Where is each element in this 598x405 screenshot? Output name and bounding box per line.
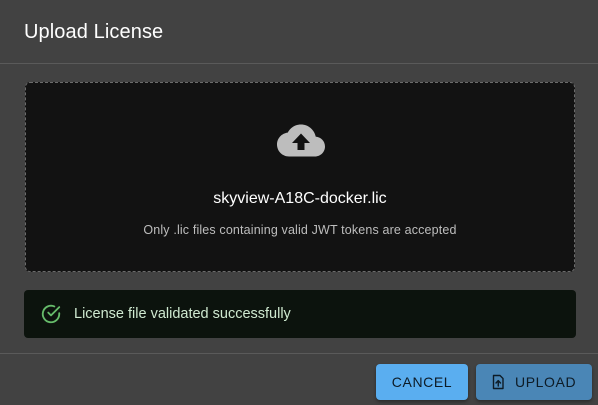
alert-message: License file validated successfully [74, 306, 291, 322]
dialog-header: Upload License [0, 0, 598, 64]
cancel-button[interactable]: CANCEL [376, 364, 468, 400]
dialog-title: Upload License [24, 21, 164, 43]
file-upload-icon [492, 374, 504, 390]
dialog-actions: CANCEL UPLOAD [0, 353, 598, 405]
file-dropzone[interactable]: skyview-A18C-docker.lic Only .lic files … [25, 82, 575, 272]
upload-button-label: UPLOAD [515, 374, 577, 390]
dropzone-helper-text: Only .lic files containing valid JWT tok… [143, 223, 457, 237]
check-circle-icon [41, 304, 61, 324]
success-alert: License file validated successfully [24, 290, 576, 338]
upload-license-dialog: Upload License skyview-A18C-docker.lic O… [0, 0, 598, 405]
cloud-upload-icon [277, 124, 325, 157]
selected-file-name: skyview-A18C-docker.lic [213, 190, 387, 207]
upload-button[interactable]: UPLOAD [476, 364, 592, 400]
